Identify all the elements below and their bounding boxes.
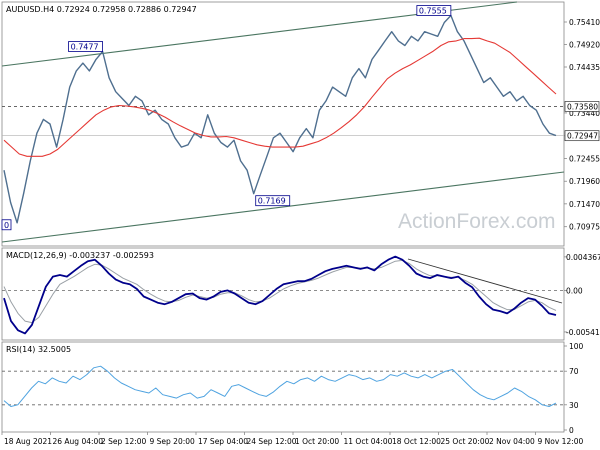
price-axis-label: 0.71470 — [569, 200, 600, 209]
x-axis-label: 9 Sep 20:00 — [150, 437, 196, 446]
price-annotations: 0.7477 0.7555 0.7169 0 — [1, 5, 452, 231]
price-pane-title: AUDUSD.H4 0.72924 0.72958 0.72886 0.7294… — [6, 5, 197, 14]
rsi-axis-label: 0 — [569, 426, 574, 435]
x-axis-label: 9 Nov 12:00 — [538, 437, 584, 446]
x-axis-label: 11 Oct 04:00 — [344, 437, 393, 446]
macd-axis-label: 0.004367 — [566, 253, 600, 262]
macd-series-group — [3, 255, 557, 335]
rsi-y-axis: 100 70 30 0 — [564, 342, 584, 435]
macd-signal-series — [3, 259, 557, 324]
annotation-label: 0.7169 — [258, 197, 286, 206]
price-annotation-3: 0 — [1, 219, 12, 231]
x-axis-label: 2 Nov 04:00 — [489, 437, 535, 446]
price-annotation-0: 0.7477 — [68, 41, 103, 52]
x-axis-label: 24 Sep 12:00 — [247, 437, 297, 446]
rsi-axis-label: 70 — [569, 367, 579, 376]
price-axis-label: 0.74920 — [569, 41, 600, 50]
macd-axis-label: -0.005411 — [566, 328, 600, 337]
rsi-series-group — [3, 365, 557, 407]
rsi-axis-label: 30 — [569, 401, 579, 410]
time-x-axis: 18 Aug 2021 26 Aug 04:002 Sep 12:00 9 Sep … — [1, 432, 584, 446]
macd-pane-title: MACD(12,26,9) -0.003237 -0.002593 — [6, 251, 154, 260]
macd-axis-label: 0.00 — [566, 286, 583, 295]
rsi-levels — [2, 370, 564, 406]
current-price-label: 0.72947 — [567, 132, 598, 141]
price-axis-label: 0.71960 — [569, 177, 600, 186]
x-axis-label: 18 Aug 2021 — [4, 437, 52, 446]
x-axis-label: 17 Sep 04:00 — [198, 437, 248, 446]
x-axis-label: 26 Aug 04:00 — [53, 437, 104, 446]
x-axis-label: 25 Oct 20:00 — [441, 437, 490, 446]
annotation-label: 0.7555 — [419, 7, 447, 16]
annotation-label: 0.7477 — [71, 43, 99, 52]
price-annotation-2: 0.7169 — [255, 195, 291, 207]
price-axis-label: 0.70975 — [569, 223, 600, 232]
rsi-axis-label: 100 — [569, 342, 584, 351]
price-y-axis: 0.754100.749200.744350.734400.729450.724… — [564, 18, 600, 232]
rsi-series — [3, 365, 557, 407]
x-axis-label: 2 Sep 12:00 — [101, 437, 147, 446]
x-axis-label: 1 Oct 20:00 — [295, 437, 339, 446]
rsi-pane-title: RSI(14) 32.5005 — [6, 345, 71, 354]
macd-y-axis: 0.004367 0.00 -0.005411 — [564, 253, 600, 337]
forex-chart: AUDUSD.H4 0.72924 0.72958 0.72886 0.7294… — [1, 1, 600, 446]
price-annotation-1: 0.7555 — [416, 5, 452, 16]
watermark: ActionForex.com — [398, 210, 556, 233]
rsi-pane-frame — [1, 341, 565, 433]
price-axis-label: 0.74435 — [569, 63, 600, 72]
annotation-label: 0 — [4, 221, 9, 230]
price-axis-label: 0.72455 — [569, 154, 600, 163]
x-axis-label: 18 Oct 12:00 — [392, 437, 441, 446]
macd-trendline — [407, 258, 563, 304]
price-axis-label: 0.75410 — [569, 18, 600, 27]
level-price-label: 0.73580 — [567, 102, 598, 111]
